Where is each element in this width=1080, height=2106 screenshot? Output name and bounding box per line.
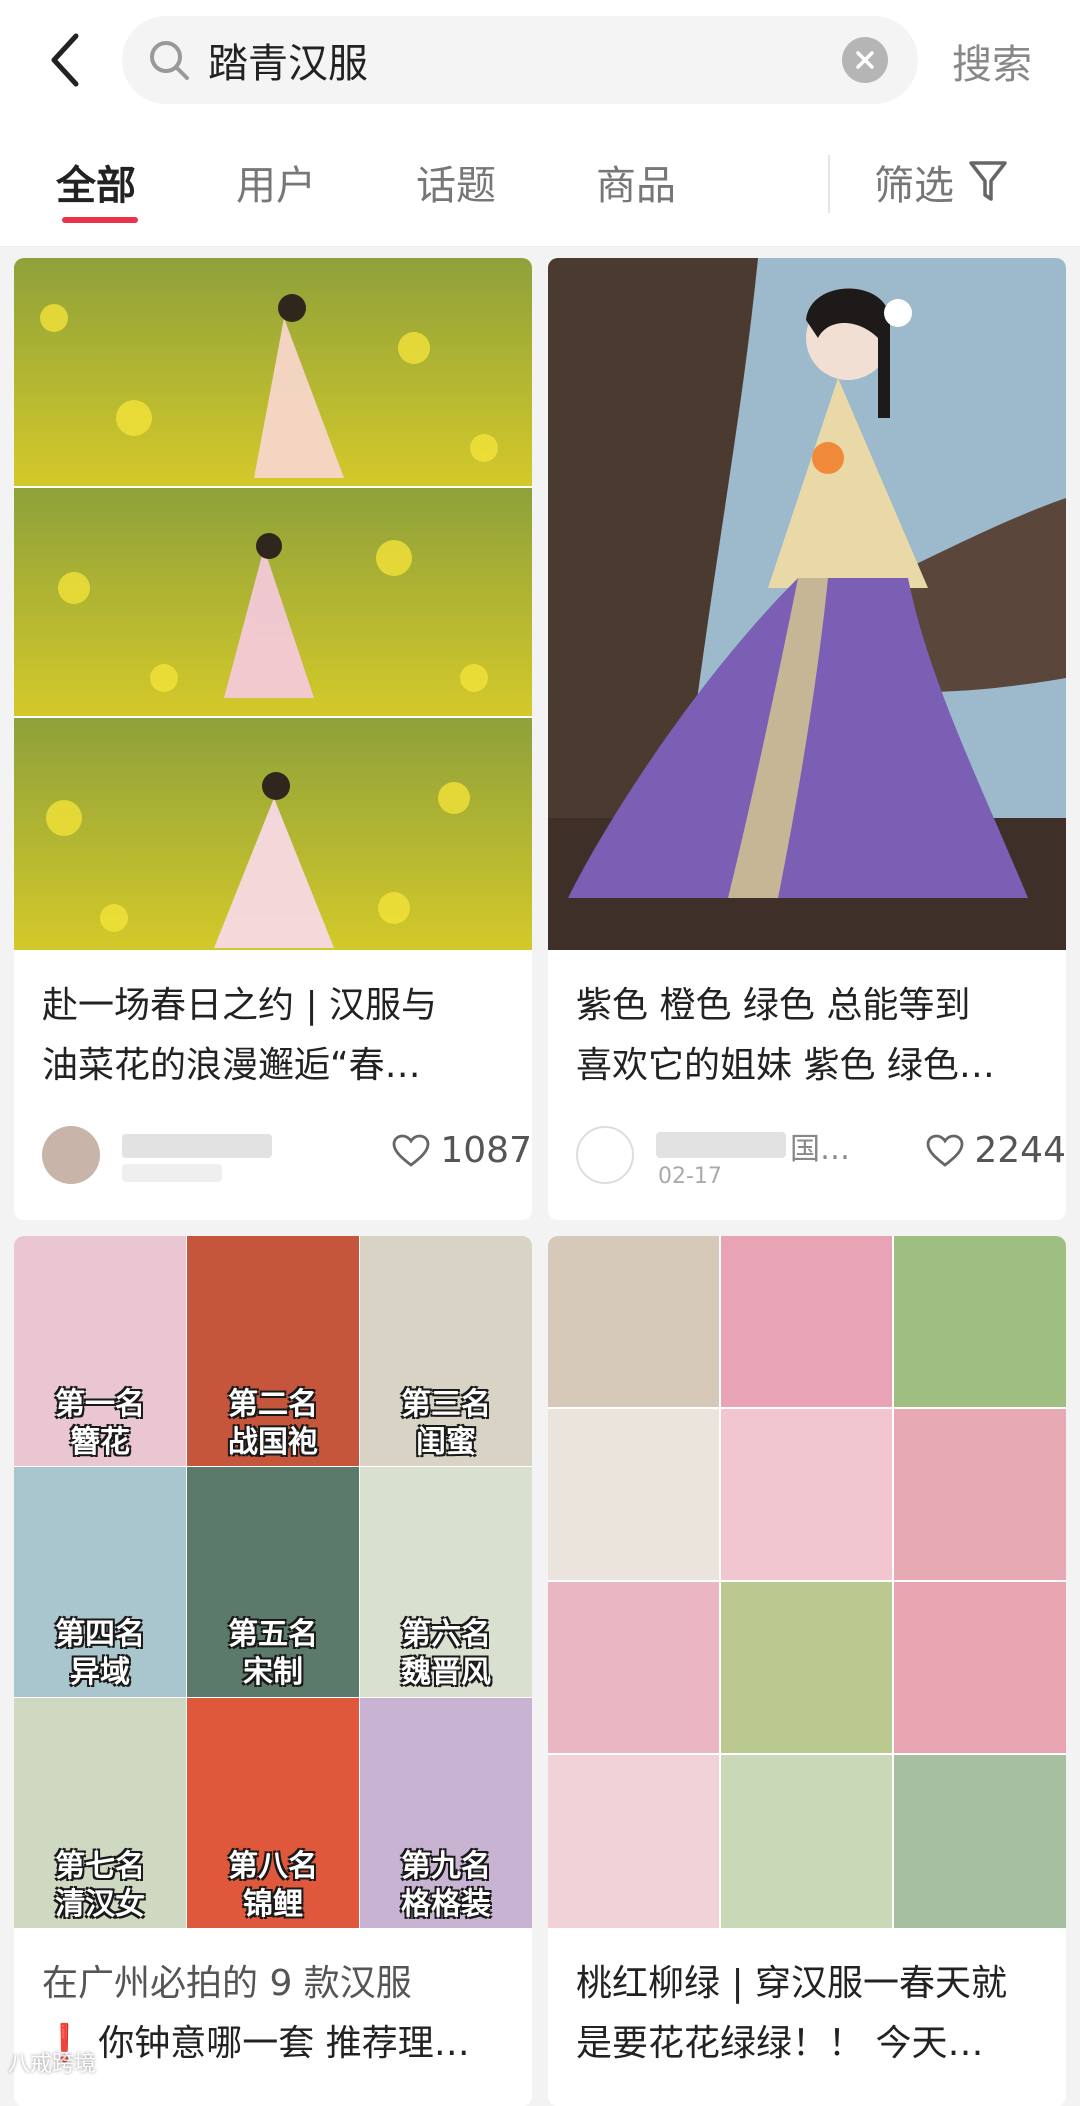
watermark: 八戒跨境 [8, 2052, 97, 2077]
like-count-value: 1087 [440, 1130, 532, 1171]
rank-label: 第三名 闺蜜 [401, 1387, 491, 1460]
rank-label: 第四名 异域 [55, 1617, 145, 1690]
post-title-line1: 桃红柳绿 | 穿汉服一春天就 [576, 1963, 1008, 2004]
rank-label: 第六名 魏晋风 [401, 1617, 491, 1690]
clear-icon [856, 51, 874, 69]
post-date-redacted [122, 1164, 222, 1182]
post-title-line1: 赴一场春日之约 | 汉服与 [42, 985, 438, 1026]
tab-products[interactable]: 商品 [596, 153, 676, 211]
post-title-line2: 油菜花的浪漫邂逅“春… [42, 1045, 421, 1086]
avatar [42, 1126, 100, 1184]
tab-bar: 全部 用户 话题 商品 筛选 [0, 125, 1080, 247]
post-thumbnail [548, 1236, 1066, 1928]
grid-photo [721, 1236, 892, 1407]
author-row: 1087 [42, 1120, 532, 1190]
post-title-line2: 喜欢它的姐妹 紫色 绿色… [576, 1045, 995, 1086]
like-count-value: 2244 [974, 1130, 1066, 1171]
post-title-line1: 紫色 橙色 绿色 总能等到 [576, 985, 971, 1026]
post-title-line2: 是要花花绿绿！！ 今天… [576, 2023, 984, 2064]
grid-photo [894, 1582, 1066, 1753]
rank-label: 第九名 格格装 [401, 1849, 491, 1922]
grid-photo [894, 1755, 1066, 1928]
filter-label: 筛选 [874, 163, 954, 209]
grid-photo [894, 1236, 1066, 1407]
like-count[interactable]: 1087 [392, 1130, 532, 1171]
post-title-line1: 在广州必拍的 9 款汉服 [42, 1963, 412, 2004]
tab-users[interactable]: 用户 [236, 153, 316, 211]
like-count[interactable]: 2244 [926, 1130, 1066, 1171]
heart-icon [926, 1134, 964, 1167]
back-button[interactable] [40, 28, 90, 92]
heart-icon [392, 1134, 430, 1167]
rank-label: 第一名 簪花 [55, 1387, 145, 1460]
avatar [576, 1126, 634, 1184]
author-name-redacted [656, 1132, 786, 1158]
back-arrow-icon [51, 33, 79, 87]
post-date: 02-17 [658, 1164, 722, 1189]
post-card[interactable]: 紫色 橙色 绿色 总能等到 喜欢它的姐妹 紫色 绿色… 国… 02-17 224… [548, 258, 1066, 1220]
rank-label: 第八名 锦鲤 [228, 1849, 318, 1922]
post-card[interactable]: 第一名 簪花 第二名 战国袍 第三名 闺蜜 第四名 异域 第五名 宋制 第六名 魏晋风 第七… [14, 1236, 532, 2106]
tab-all[interactable]: 全部 [56, 153, 136, 211]
author-name-fragment: 国… [790, 1132, 850, 1167]
post-thumbnail [14, 258, 532, 950]
search-input[interactable]: 踏青汉服 [208, 31, 842, 89]
grid-photo [548, 1582, 719, 1753]
post-card[interactable]: 赴一场春日之约 | 汉服与 油菜花的浪漫邂逅“春… 1087 [14, 258, 532, 1220]
search-submit-button[interactable]: 搜索 [952, 32, 1032, 90]
author-name-redacted [122, 1134, 272, 1158]
grid-photo [894, 1409, 1066, 1580]
grid-photo [721, 1409, 892, 1580]
post-thumbnail: 第一名 簪花 第二名 战国袍 第三名 闺蜜 第四名 异域 第五名 宋制 第六名 魏晋风 第七… [14, 1236, 532, 1928]
search-box[interactable]: 踏青汉服 [122, 16, 918, 104]
grid-photo [721, 1582, 892, 1753]
rank-label: 第五名 宋制 [228, 1617, 318, 1690]
rank-label: 第七名 清汉女 [55, 1849, 145, 1922]
top-bar: 踏青汉服 搜索 [0, 0, 1080, 125]
grid-photo [548, 1236, 719, 1407]
post-thumbnail [548, 258, 1066, 950]
filter-button[interactable]: 筛选 [874, 153, 1008, 211]
search-icon [144, 35, 194, 85]
post-card[interactable]: 桃红柳绿 | 穿汉服一春天就 是要花花绿绿！！ 今天… [548, 1236, 1066, 2106]
filter-funnel-icon [969, 161, 1007, 201]
grid-photo [548, 1755, 719, 1928]
active-tab-indicator [62, 217, 138, 223]
tab-divider [828, 155, 830, 213]
clear-button[interactable] [842, 37, 888, 83]
author-row: 国… 02-17 2244 [576, 1120, 1066, 1190]
grid-photo [721, 1755, 892, 1928]
grid-photo [548, 1409, 719, 1580]
post-title-line2: ❗ 你钟意哪一套 推荐理… [42, 2023, 470, 2064]
tab-topics[interactable]: 话题 [416, 153, 496, 211]
rank-label: 第二名 战国袍 [228, 1387, 318, 1460]
